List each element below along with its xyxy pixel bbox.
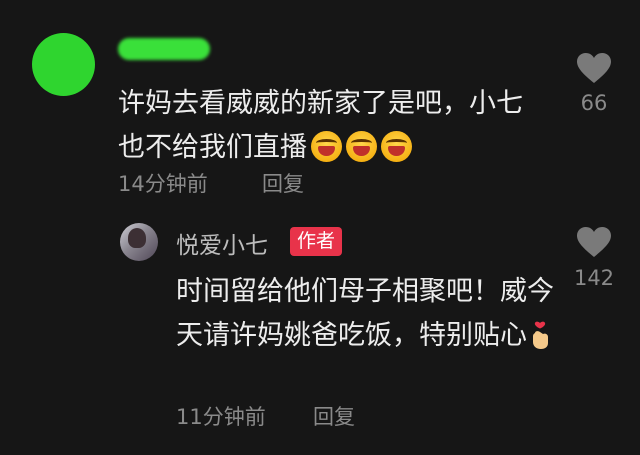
reply-body: 时间留给他们母子相聚吧！威今天请许妈姚爸吃饭，特别贴心 [176, 270, 556, 358]
author-badge: 作者 [290, 227, 343, 256]
comment-body: 许妈去看威威的新家了是吧，小七也不给我们直播 [118, 82, 548, 170]
finger-heart-emoji-icon [533, 321, 548, 349]
comment-like-count: 66 [580, 91, 608, 115]
reply-like-heart-icon[interactable] [576, 226, 612, 258]
author-name[interactable]: 悦爱小七 [176, 226, 268, 260]
comment-timestamp: 14分钟前 [118, 172, 208, 196]
commenter-name-redacted[interactable] [118, 38, 210, 60]
reply-like-count: 142 [573, 266, 615, 290]
reply-text: 时间留给他们母子相聚吧！威今天请许妈姚爸吃饭，特别贴心 [176, 276, 554, 351]
grinning-squint-emoji-icon [381, 131, 412, 162]
reply-reply-button[interactable]: 回复 [313, 401, 355, 431]
comment-reply-button[interactable]: 回复 [262, 168, 304, 198]
comment-like-heart-icon[interactable] [576, 52, 612, 84]
commenter-avatar[interactable] [32, 33, 95, 96]
grinning-squint-emoji-icon [346, 131, 377, 162]
reply-timestamp: 11分钟前 [176, 405, 266, 429]
grinning-squint-emoji-icon [311, 131, 342, 162]
author-avatar[interactable] [120, 223, 158, 261]
